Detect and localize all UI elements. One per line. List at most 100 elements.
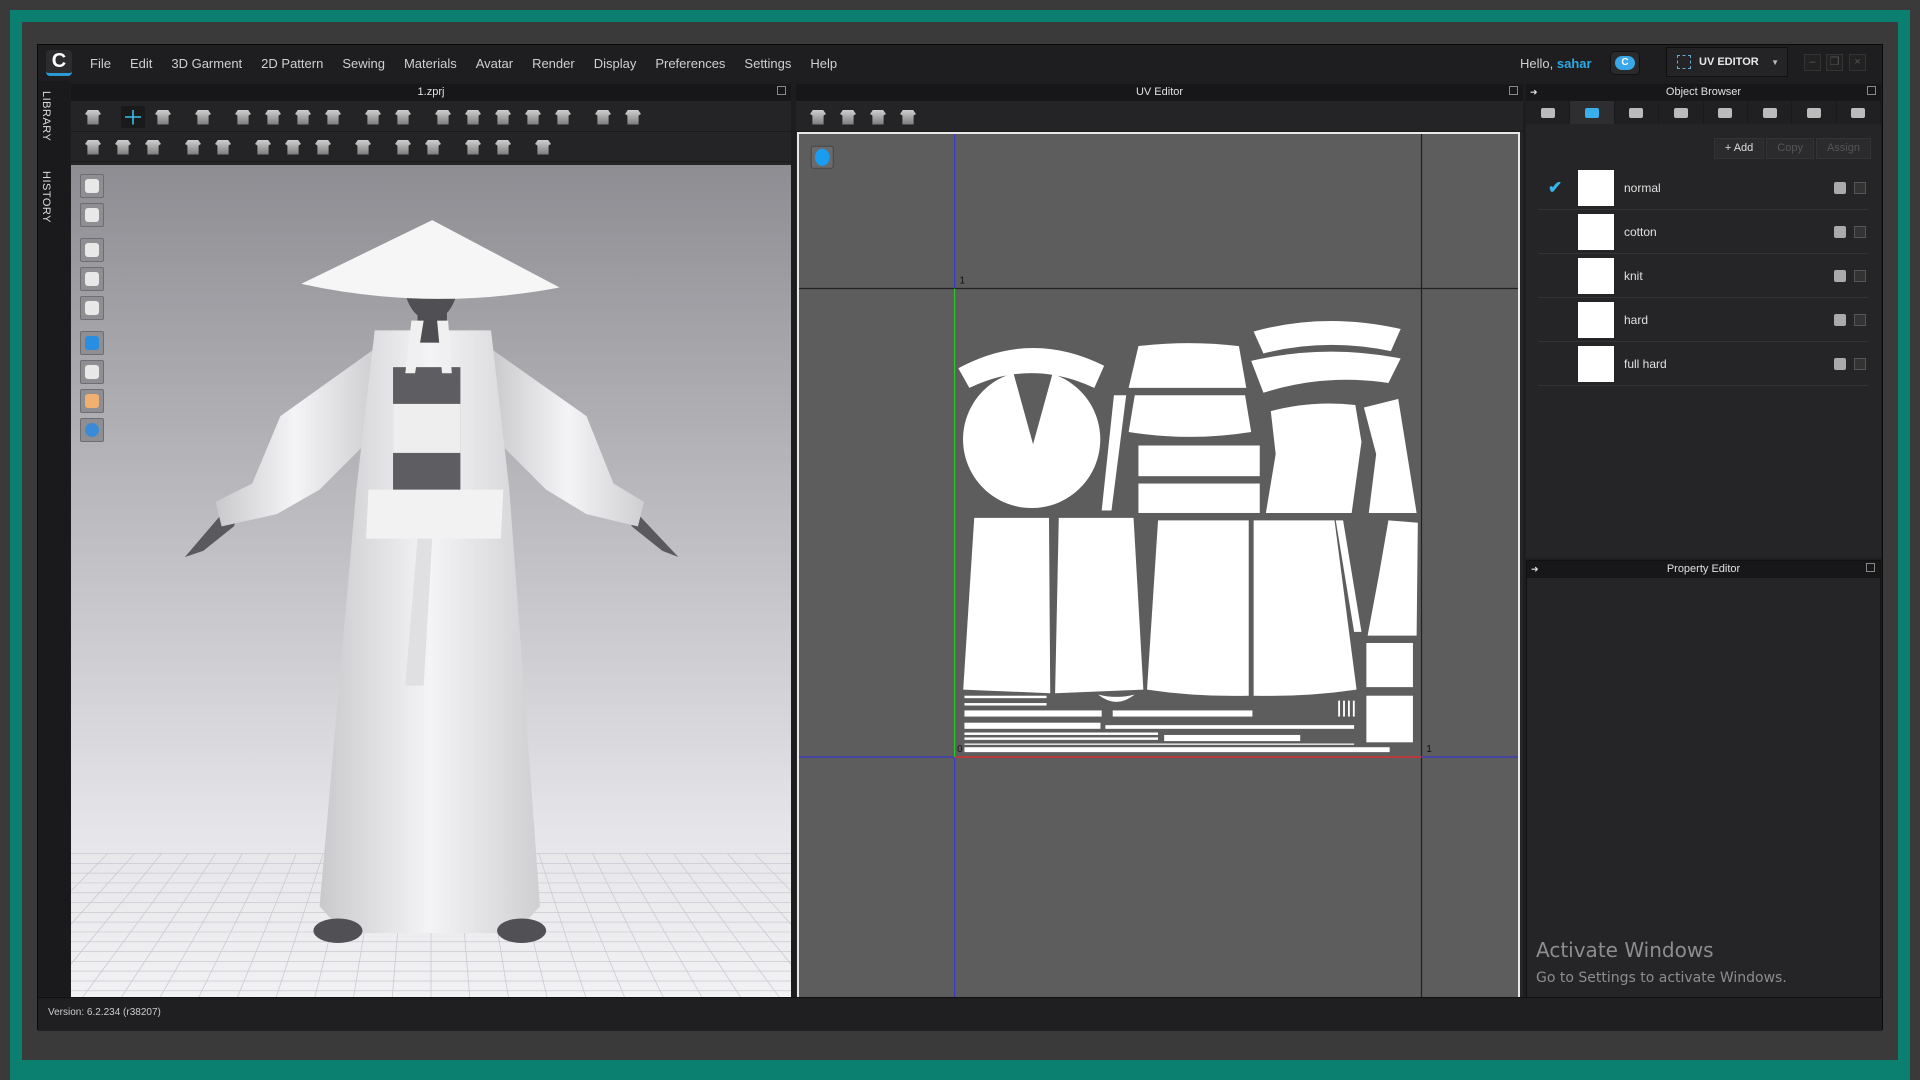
tack-line-button[interactable] [291, 106, 315, 128]
apply-material-icon[interactable] [1834, 182, 1846, 194]
select-move-button[interactable] [121, 106, 145, 128]
popout-icon[interactable] [1509, 86, 1518, 95]
zipper-button[interactable] [351, 136, 375, 158]
menu-sewing[interactable]: Sewing [342, 56, 385, 71]
capture-pattern-button[interactable] [836, 106, 860, 128]
garment-select-button[interactable] [191, 106, 215, 128]
material-options-icon[interactable] [1854, 358, 1866, 370]
material-row[interactable]: hard [1538, 298, 1868, 342]
buttonhole-button[interactable] [251, 136, 275, 158]
shading-toggle[interactable] [80, 360, 104, 384]
menu-edit[interactable]: Edit [130, 56, 152, 71]
show-avatar-pins-toggle[interactable] [80, 267, 104, 291]
restore-button[interactable]: ❐ [1826, 54, 1843, 71]
avatar-pose-button[interactable] [551, 106, 575, 128]
tab-topstitch[interactable] [1704, 101, 1748, 124]
tab-library[interactable]: LIBRARY [40, 91, 52, 141]
uv-piece[interactable] [1366, 642, 1413, 688]
apply-material-icon[interactable] [1834, 270, 1846, 282]
uv-piece[interactable] [1138, 483, 1260, 513]
assign-button[interactable]: Assign [1815, 138, 1871, 159]
puckering-button[interactable] [491, 136, 515, 158]
button-add-button[interactable] [311, 136, 335, 158]
add-button[interactable]: + Add [1713, 138, 1765, 159]
copy-button[interactable]: Copy [1766, 138, 1814, 159]
edit-trim-button[interactable] [181, 136, 205, 158]
capture-uv-button[interactable] [806, 106, 830, 128]
menu-2d-pattern[interactable]: 2D Pattern [261, 56, 323, 71]
uv-piece[interactable] [1147, 520, 1249, 696]
uv-piece[interactable] [963, 517, 1051, 694]
uv-piece[interactable] [1055, 517, 1144, 694]
show-avatar-toggle[interactable] [80, 296, 104, 320]
shrink-button[interactable] [431, 106, 455, 128]
menu-display[interactable]: Display [594, 56, 637, 71]
menu-settings[interactable]: Settings [744, 56, 791, 71]
apply-material-icon[interactable] [1834, 226, 1846, 238]
material-row[interactable]: knit [1538, 254, 1868, 298]
close-button[interactable]: × [1849, 54, 1866, 71]
material-row[interactable]: cotton [1538, 210, 1868, 254]
uv-canvas[interactable]: 1 0 1 [797, 132, 1520, 1004]
uv-piece[interactable] [1128, 343, 1247, 388]
fold-arrangement-button[interactable] [231, 106, 255, 128]
3d-pen-toggle[interactable] [80, 174, 104, 198]
material-options-icon[interactable] [1854, 314, 1866, 326]
menu-help[interactable]: Help [810, 56, 837, 71]
menu-render[interactable]: Render [532, 56, 575, 71]
fabric-texture-toggle[interactable] [80, 331, 104, 355]
tab-pieces[interactable] [1792, 101, 1837, 124]
material-options-icon[interactable] [1854, 270, 1866, 282]
garment-length-button[interactable] [621, 106, 645, 128]
tab-fabric[interactable] [1570, 101, 1615, 124]
edit-pattern-button[interactable] [81, 136, 105, 158]
cut-button[interactable] [391, 106, 415, 128]
menu-3d-garment[interactable]: 3D Garment [171, 56, 242, 71]
tab-history[interactable]: HISTORY [40, 171, 52, 223]
show-garment-toggle[interactable] [80, 238, 104, 262]
uv-piece[interactable] [1366, 695, 1413, 743]
avatar-measure-button[interactable] [521, 106, 545, 128]
menu-avatar[interactable]: Avatar [476, 56, 513, 71]
material-options-icon[interactable] [1854, 182, 1866, 194]
pin-button[interactable] [361, 106, 385, 128]
edit-curvature-button[interactable] [151, 106, 175, 128]
select-tape-button[interactable] [391, 136, 415, 158]
avatar-skin-toggle[interactable] [80, 389, 104, 413]
collapse-arrow-icon[interactable]: ➜ [1530, 84, 1538, 101]
uv-piece[interactable] [1138, 445, 1260, 477]
popout-icon[interactable] [777, 86, 786, 95]
global-view-toggle[interactable] [80, 418, 104, 442]
material-row[interactable]: full hard [1538, 342, 1868, 386]
menu-preferences[interactable]: Preferences [655, 56, 725, 71]
mode-selector[interactable]: UV EDITOR ▼ [1666, 47, 1788, 77]
garment-toggle[interactable] [80, 203, 104, 227]
3d-scene[interactable] [71, 165, 791, 1003]
tab-line[interactable] [1659, 101, 1704, 124]
popout-icon[interactable] [1867, 86, 1876, 95]
tab-ruler[interactable] [1837, 101, 1881, 124]
tack-button[interactable] [261, 106, 285, 128]
select-puckering-button[interactable] [461, 136, 485, 158]
simulation-button[interactable] [81, 106, 105, 128]
select-button-button[interactable] [211, 136, 235, 158]
collapse-arrow-icon[interactable]: ➜ [1531, 561, 1539, 578]
apply-material-icon[interactable] [1834, 314, 1846, 326]
move-uv-button[interactable] [866, 106, 890, 128]
menu-file[interactable]: File [90, 56, 111, 71]
uv-piece[interactable] [1128, 395, 1252, 437]
cloud-button[interactable]: C [1610, 51, 1640, 75]
uv-layout[interactable]: 1 0 1 [799, 134, 1520, 1004]
menu-materials[interactable]: Materials [404, 56, 457, 71]
stitch-button[interactable] [531, 136, 555, 158]
seam-line-button[interactable] [141, 136, 165, 158]
user-name[interactable]: sahar [1557, 56, 1592, 71]
tab-zigzag[interactable] [1748, 101, 1793, 124]
material-row[interactable]: ✔ normal [1538, 166, 1868, 210]
apply-material-icon[interactable] [1834, 358, 1846, 370]
garment-measure-button[interactable] [591, 106, 615, 128]
seam-tape-button[interactable] [111, 136, 135, 158]
tab-list[interactable] [1526, 101, 1571, 124]
3d-viewport[interactable] [71, 165, 791, 1003]
strengthen-button[interactable] [461, 106, 485, 128]
